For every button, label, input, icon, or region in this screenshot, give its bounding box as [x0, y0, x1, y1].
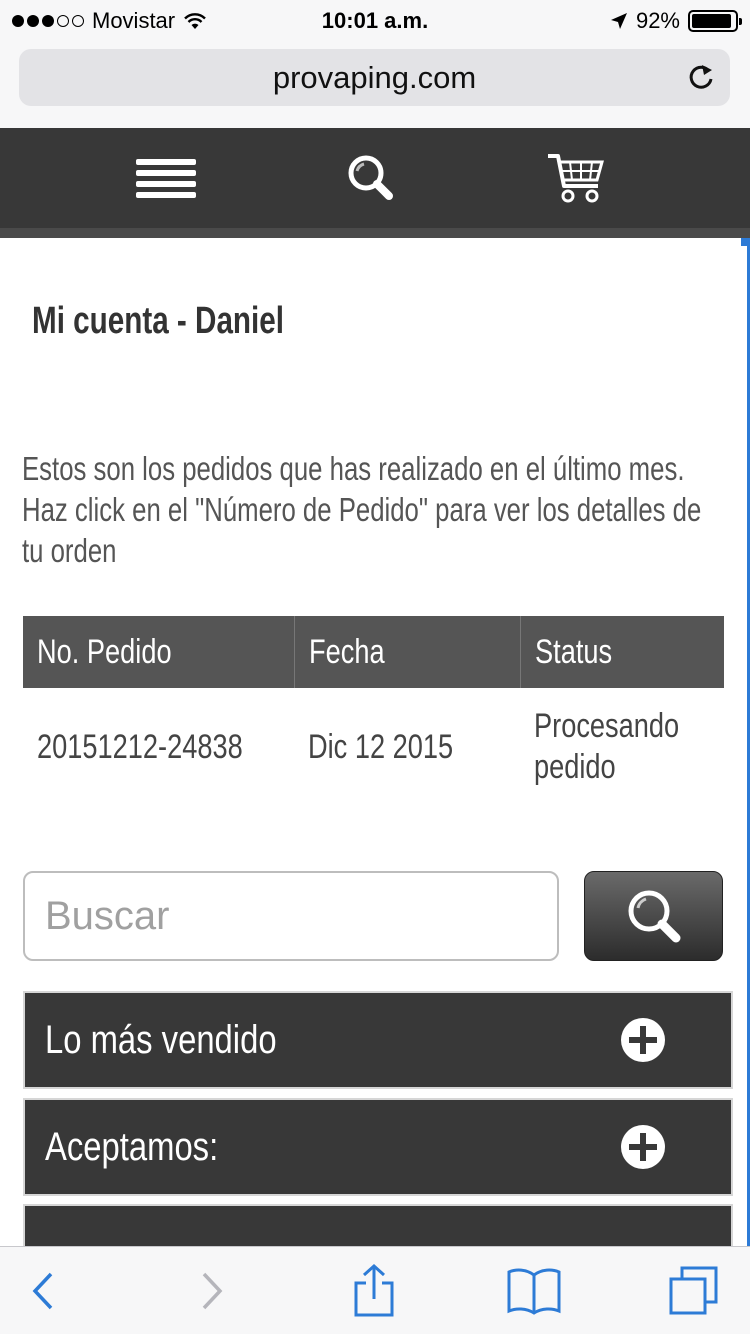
battery-icon	[688, 10, 742, 32]
header-search-button[interactable]	[336, 148, 406, 208]
tabs-button[interactable]	[666, 1265, 722, 1317]
forward-button[interactable]	[184, 1265, 240, 1317]
search-icon	[628, 890, 680, 943]
book-icon	[507, 1268, 561, 1315]
chevron-right-icon	[202, 1272, 223, 1310]
search-input[interactable]	[23, 871, 559, 961]
orders-table-header: No. Pedido Fecha Status	[23, 616, 724, 688]
battery-percent: 92%	[635, 8, 680, 33]
share-button[interactable]	[346, 1263, 402, 1317]
accordion-payment-methods[interactable]: Aceptamos:	[23, 1098, 733, 1196]
share-icon	[354, 1263, 394, 1317]
bookmarks-button[interactable]	[506, 1265, 562, 1317]
orders-intro-text: Estos son los pedidos que has realizado …	[22, 450, 702, 569]
address-bar[interactable]: provaping.com	[19, 49, 730, 106]
hamburger-menu-icon	[136, 154, 196, 203]
menu-button[interactable]	[131, 148, 201, 208]
browser-toolbar	[0, 1246, 750, 1334]
accordion-label: Lo más vendido	[45, 1017, 277, 1062]
order-date: Dic 12 2015	[308, 727, 454, 766]
column-header-date: Fecha	[294, 616, 521, 688]
plus-circle-icon	[621, 1018, 665, 1062]
site-header	[0, 128, 750, 238]
url-text: provaping.com	[272, 59, 477, 95]
page-title: Mi cuenta - Daniel	[32, 300, 284, 342]
order-number-link[interactable]: 20151212-24838	[23, 688, 294, 806]
browser-address-area: provaping.com	[0, 40, 750, 128]
tabs-icon	[669, 1266, 718, 1315]
order-status: Procesando pedido	[534, 707, 680, 786]
plus-circle-icon	[621, 1125, 665, 1169]
accordion-best-sellers[interactable]: Lo más vendido	[23, 991, 733, 1089]
column-header-order-number: No. Pedido	[23, 616, 295, 688]
accordion-label: Aceptamos:	[45, 1124, 219, 1169]
column-header-status: Status	[520, 616, 724, 688]
search-button[interactable]	[584, 871, 723, 961]
search-icon	[348, 155, 393, 200]
back-button[interactable]	[15, 1265, 71, 1317]
chevron-left-icon	[32, 1272, 53, 1310]
battery-fill	[692, 14, 731, 28]
orders-table: No. Pedido Fecha Status 20151212-24838 D…	[23, 616, 724, 806]
table-row: 20151212-24838 Dic 12 2015 Procesando pe…	[23, 688, 724, 806]
page-scroll-edge	[741, 238, 750, 1248]
reload-icon[interactable]	[686, 62, 716, 92]
status-bar: Movistar 10:01 a.m. 92%	[0, 0, 750, 40]
location-arrow-icon	[610, 13, 627, 29]
cart-icon	[548, 154, 604, 203]
cart-button[interactable]	[541, 148, 611, 208]
status-right: 92%	[610, 8, 742, 34]
